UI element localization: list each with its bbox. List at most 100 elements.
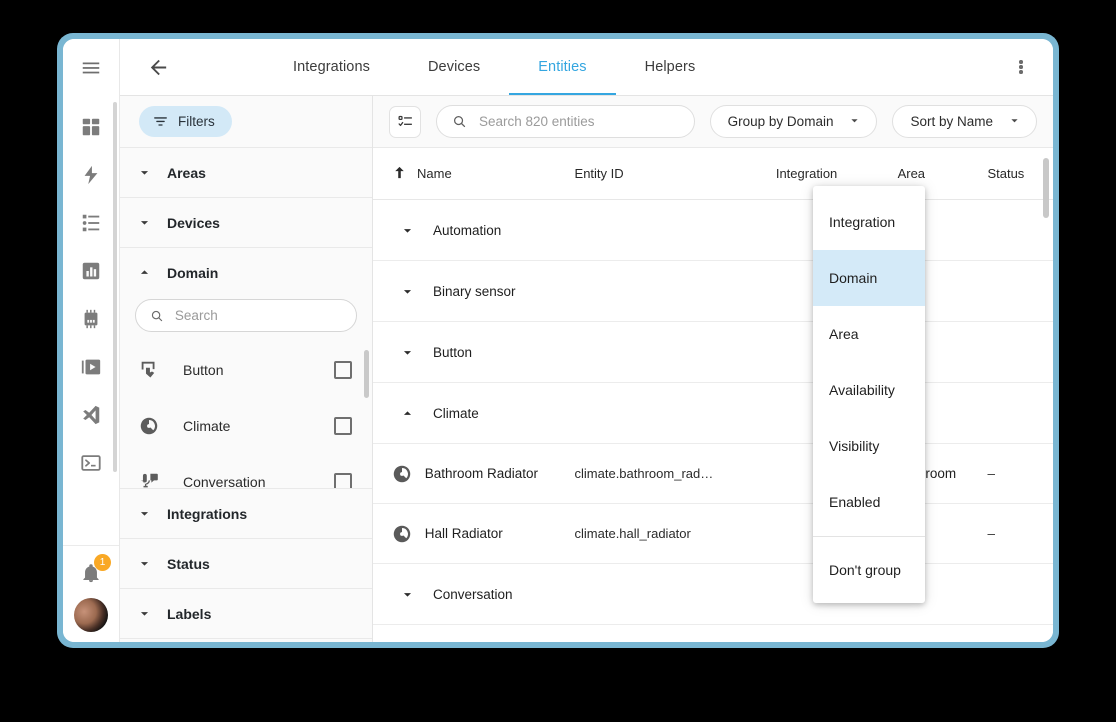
group-by-label: Group by Domain: [728, 114, 834, 129]
domain-filter-checkbox[interactable]: [334, 417, 352, 435]
sidebar-item-logbook[interactable]: [76, 208, 106, 238]
hamburger-menu-icon: [80, 57, 102, 79]
filter-panel: Filters Areas: [120, 96, 373, 642]
table-group-label: Automation: [433, 223, 501, 238]
sidebar-item-terminal[interactable]: [76, 448, 106, 478]
entities-table: Name Entity ID Integration Area Status A…: [373, 148, 1053, 642]
group-by-select[interactable]: Group by Domain: [710, 105, 878, 138]
entity-search[interactable]: [436, 105, 695, 138]
filter-section-status-header[interactable]: Status: [120, 539, 372, 588]
table-cell-entity-id: climate.hall_radiator: [575, 526, 776, 541]
table-cell-entity-id: climate.bathroom_rad…: [575, 466, 776, 481]
filter-section-devices: Devices: [120, 198, 372, 248]
device-frame: 1 Integrations Devices Entities Helpers: [57, 33, 1059, 648]
table-scrollbar[interactable]: [1043, 158, 1049, 218]
back-button[interactable]: [134, 43, 182, 91]
sidebar-item-overview[interactable]: [76, 112, 106, 142]
table-row[interactable]: Hall Radiator climate.hall_radiator Hall…: [373, 504, 1053, 564]
logbook-list-icon: [80, 212, 102, 234]
sidebar-item-history[interactable]: [76, 256, 106, 286]
overflow-menu-button[interactable]: [1003, 49, 1039, 85]
sidebar-item-vscode[interactable]: [76, 400, 106, 430]
table-cell-name: Hall Radiator: [425, 526, 575, 541]
domain-filter-conversation[interactable]: Conversation: [120, 454, 372, 488]
filter-section-domain-label: Domain: [167, 265, 218, 281]
history-chart-icon: [80, 260, 102, 282]
thermostat-icon: [138, 415, 164, 437]
filter-section-devices-label: Devices: [167, 215, 220, 231]
group-by-menu-item-dont-group[interactable]: Don't group: [813, 537, 925, 603]
app-bar: Integrations Devices Entities Helpers: [120, 39, 1053, 96]
notifications-button[interactable]: 1: [76, 558, 106, 588]
domain-search-input[interactable]: [175, 308, 342, 323]
column-header-integration[interactable]: Integration: [776, 166, 898, 181]
sidebar-item-media[interactable]: [76, 352, 106, 382]
group-by-menu-item-area[interactable]: Area: [813, 306, 925, 362]
chevron-down-icon: [136, 605, 153, 622]
sort-by-select[interactable]: Sort by Name: [892, 105, 1037, 138]
domain-list-scrollbar[interactable]: [364, 350, 369, 398]
gesture-tap-button-icon: [138, 359, 164, 381]
group-by-menu-item-domain[interactable]: Domain: [813, 250, 925, 306]
chevron-down-icon: [399, 222, 416, 239]
table-row[interactable]: Bathroom Radiator climate.bathroom_rad… …: [373, 444, 1053, 504]
table-group-label: Conversation: [433, 587, 513, 602]
thermostat-icon: [391, 523, 425, 545]
domain-filter-checkbox[interactable]: [334, 361, 352, 379]
table-group-label: Binary sensor: [433, 284, 516, 299]
filters-button-label: Filters: [178, 114, 215, 129]
hardware-chip-icon: [80, 308, 102, 330]
filter-section-areas-header[interactable]: Areas: [120, 148, 372, 197]
rail-bottom-group: 1: [63, 545, 119, 642]
chevron-down-icon: [136, 214, 153, 231]
lightning-bolt-icon: [80, 164, 102, 186]
chevron-down-icon: [136, 505, 153, 522]
table-group-row[interactable]: Button: [373, 322, 1053, 383]
column-settings-button[interactable]: [389, 106, 421, 138]
table-group-row[interactable]: Climate: [373, 383, 1053, 444]
navigation-rail: 1: [63, 39, 120, 642]
sort-by-label: Sort by Name: [910, 114, 993, 129]
domain-filter-checkbox[interactable]: [334, 473, 352, 488]
domain-filter-climate[interactable]: Climate: [120, 398, 372, 454]
chevron-down-icon: [399, 586, 416, 603]
group-by-menu-item-availability[interactable]: Availability: [813, 362, 925, 418]
domain-search[interactable]: [135, 299, 357, 332]
filters-bar: Filters: [120, 96, 372, 148]
filter-section-areas: Areas: [120, 148, 372, 198]
column-header-name[interactable]: Name: [391, 164, 575, 184]
table-header-row: Name Entity ID Integration Area Status: [373, 148, 1053, 200]
group-by-menu-item-enabled[interactable]: Enabled: [813, 474, 925, 530]
table-group-row[interactable]: Binary sensor: [373, 261, 1053, 322]
tab-integrations[interactable]: Integrations: [264, 39, 399, 95]
filter-section-integrations-header[interactable]: Integrations: [120, 489, 372, 538]
tab-devices[interactable]: Devices: [399, 39, 509, 95]
group-by-menu-item-visibility[interactable]: Visibility: [813, 418, 925, 474]
filter-section-devices-header[interactable]: Devices: [120, 198, 372, 247]
column-header-area[interactable]: Area: [898, 166, 988, 181]
sidebar-item-energy[interactable]: [76, 160, 106, 190]
sidebar-item-hardware[interactable]: [76, 304, 106, 334]
chevron-down-icon: [847, 113, 862, 131]
table-group-row[interactable]: Conversation: [373, 564, 1053, 625]
domain-filter-button[interactable]: Button: [120, 342, 372, 398]
user-avatar[interactable]: [74, 598, 108, 632]
column-header-entity-id[interactable]: Entity ID: [575, 166, 776, 181]
tab-entities[interactable]: Entities: [509, 39, 615, 95]
kebab-icon: [1019, 59, 1023, 76]
filter-section-domain-header[interactable]: Domain: [120, 248, 372, 297]
table-cell-status: –: [987, 466, 1053, 481]
chevron-down-icon: [399, 344, 416, 361]
filter-section-labels-header[interactable]: Labels: [120, 589, 372, 638]
domain-filter-label: Conversation: [164, 474, 334, 488]
entities-main-area: Group by Domain Sort by Name: [373, 96, 1053, 642]
hamburger-menu-button[interactable]: [63, 39, 119, 96]
tab-helpers[interactable]: Helpers: [616, 39, 725, 95]
search-icon: [452, 113, 467, 130]
tab-bar: Integrations Devices Entities Helpers: [264, 39, 724, 95]
group-by-menu-item-integration[interactable]: Integration: [813, 194, 925, 250]
filters-button[interactable]: Filters: [139, 106, 232, 137]
rail-scrollbar[interactable]: [113, 102, 117, 472]
table-group-row[interactable]: Automation: [373, 200, 1053, 261]
entity-search-input[interactable]: [479, 114, 679, 129]
